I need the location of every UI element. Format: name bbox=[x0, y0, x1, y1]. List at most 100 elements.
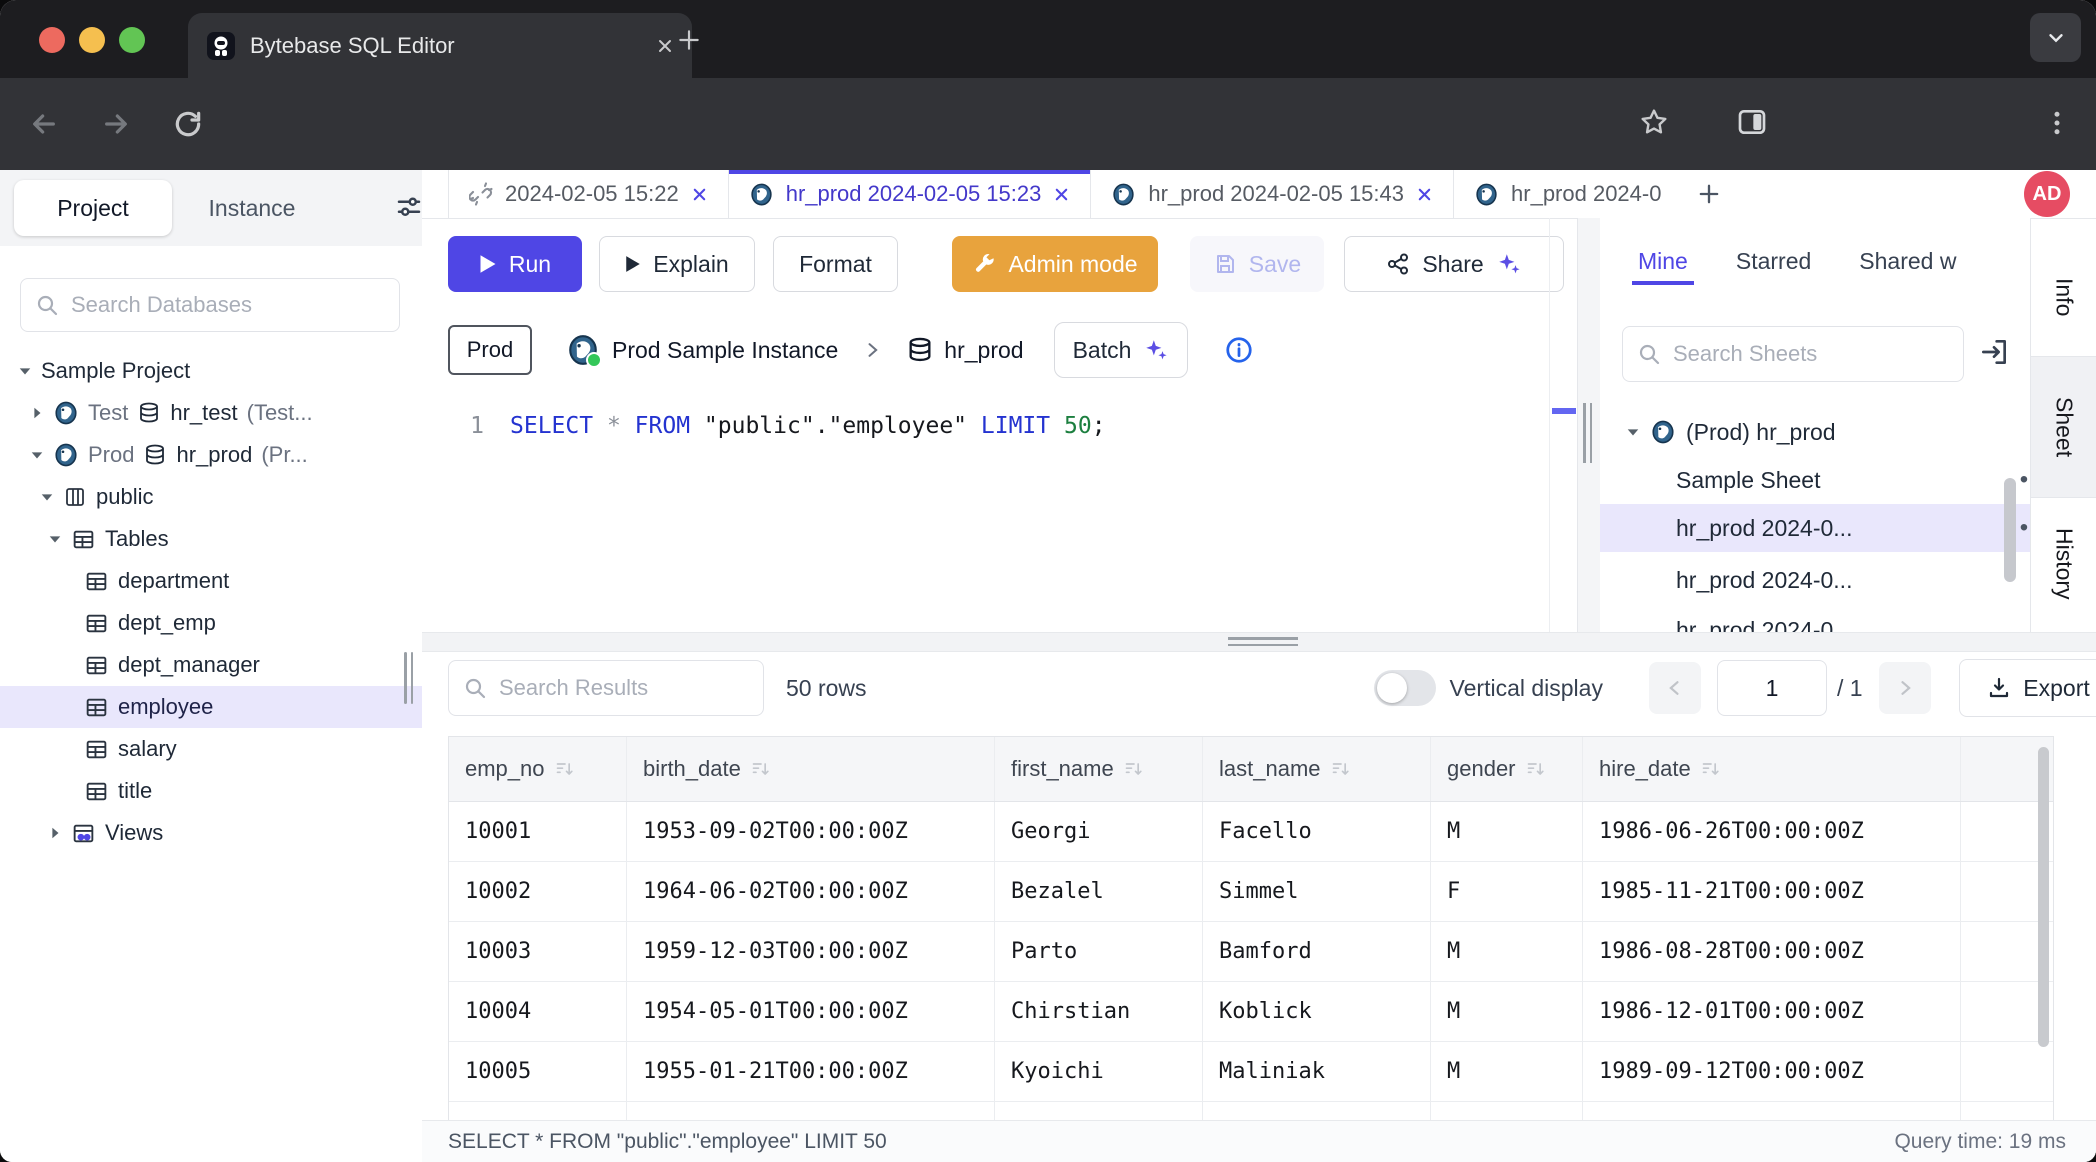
cell-hire-date[interactable]: 1986-06-26T00:00:00Z bbox=[1583, 802, 1961, 861]
tab-project[interactable]: Project bbox=[14, 180, 172, 236]
prev-page-button[interactable] bbox=[1649, 662, 1701, 714]
cell-gender[interactable]: M bbox=[1431, 802, 1583, 861]
cell-gender[interactable]: M bbox=[1431, 982, 1583, 1041]
cell-birth-date[interactable]: 1953-04-20T00:00:00Z bbox=[627, 1102, 995, 1122]
window-close-button[interactable] bbox=[39, 27, 65, 53]
column-header-first-name[interactable]: first_name bbox=[995, 737, 1203, 801]
save-button[interactable]: Save bbox=[1190, 236, 1324, 292]
side-tab-history[interactable]: History bbox=[2031, 496, 2096, 632]
sheet-group-prod-hr-prod[interactable]: (Prod) hr_prod bbox=[1600, 408, 2030, 456]
sheet-item-sample-sheet[interactable]: Sample Sheet ••• bbox=[1600, 456, 2030, 504]
cell-first-name[interactable]: Parto bbox=[995, 922, 1203, 981]
sheet-tab-3[interactable]: hr_prod 2024-02-05 15:43 bbox=[1091, 170, 1454, 218]
cell-emp-no[interactable]: 10005 bbox=[449, 1042, 627, 1101]
caret-down-icon[interactable] bbox=[40, 490, 54, 504]
table-row[interactable]: 10004 1954-05-01T00:00:00Z Chirstian Kob… bbox=[449, 982, 2053, 1042]
cell-first-name[interactable]: Georgi bbox=[995, 802, 1203, 861]
search-sheets-input[interactable]: Search Sheets bbox=[1622, 326, 1964, 382]
bookmark-star-icon[interactable] bbox=[1638, 106, 1670, 138]
cell-first-name[interactable]: Anneke bbox=[995, 1102, 1203, 1122]
table-row[interactable]: 10005 1955-01-21T00:00:00Z Kyoichi Malin… bbox=[449, 1042, 2053, 1102]
cell-gender[interactable]: F bbox=[1431, 862, 1583, 921]
user-avatar[interactable]: AD bbox=[2024, 171, 2070, 217]
batch-button[interactable]: Batch bbox=[1054, 322, 1189, 378]
instance-name[interactable]: Prod Sample Instance bbox=[612, 337, 838, 364]
new-sheet-tab-button[interactable] bbox=[1695, 170, 1723, 218]
table-row[interactable]: 10001 1953-09-02T00:00:00Z Georgi Facell… bbox=[449, 802, 2053, 862]
cell-birth-date[interactable]: 1959-12-03T00:00:00Z bbox=[627, 922, 995, 981]
tree-item-hr-test[interactable]: Test hr_test (Test... bbox=[0, 392, 452, 434]
caret-down-icon[interactable] bbox=[18, 364, 32, 378]
tree-group-tables[interactable]: Tables bbox=[0, 518, 470, 560]
cell-emp-no[interactable]: 10002 bbox=[449, 862, 627, 921]
search-databases-input[interactable]: Search Databases bbox=[20, 278, 400, 332]
cell-last-name[interactable]: Maliniak bbox=[1203, 1042, 1431, 1101]
table-row[interactable]: 10006 1953-04-20T00:00:00Z Anneke Preusi… bbox=[449, 1102, 2053, 1122]
database-name[interactable]: hr_prod bbox=[944, 337, 1023, 364]
column-header-last-name[interactable]: last_name bbox=[1203, 737, 1431, 801]
sheet-tab-1[interactable]: 2024-02-05 15:22 bbox=[448, 170, 729, 218]
close-icon[interactable] bbox=[1053, 186, 1070, 203]
reload-icon[interactable] bbox=[172, 108, 204, 140]
forward-icon[interactable] bbox=[100, 108, 132, 140]
table-scrollbar[interactable] bbox=[2038, 747, 2049, 1047]
vertical-display-toggle[interactable] bbox=[1374, 670, 1436, 706]
window-minimize-button[interactable] bbox=[79, 27, 105, 53]
format-button[interactable]: Format bbox=[773, 236, 898, 292]
cell-hire-date[interactable]: 1986-08-28T00:00:00Z bbox=[1583, 922, 1961, 981]
cell-last-name[interactable]: Simmel bbox=[1203, 862, 1431, 921]
caret-down-icon[interactable] bbox=[30, 448, 44, 462]
tab-starred[interactable]: Starred bbox=[1736, 248, 1811, 275]
tab-mine[interactable]: Mine bbox=[1638, 248, 1688, 275]
caret-right-icon[interactable] bbox=[48, 826, 62, 840]
sheet-item-3[interactable]: hr_prod 2024-0... bbox=[1600, 556, 2030, 604]
tab-instance[interactable]: Instance bbox=[172, 195, 332, 222]
cell-hire-date[interactable]: 1985-11-21T00:00:00Z bbox=[1583, 862, 1961, 921]
caret-down-icon[interactable] bbox=[48, 532, 62, 546]
cell-emp-no[interactable]: 10003 bbox=[449, 922, 627, 981]
sheet-item-selected[interactable]: hr_prod 2024-0... ••• bbox=[1600, 504, 2030, 552]
window-zoom-button[interactable] bbox=[119, 27, 145, 53]
browser-menu-icon[interactable] bbox=[2042, 108, 2072, 138]
side-tab-info[interactable]: Info bbox=[2031, 238, 2096, 356]
export-button[interactable]: Export bbox=[1959, 659, 2096, 717]
horizontal-grip-icon[interactable] bbox=[1228, 637, 1298, 646]
cell-first-name[interactable]: Chirstian bbox=[995, 982, 1203, 1041]
cell-birth-date[interactable]: 1964-06-02T00:00:00Z bbox=[627, 862, 995, 921]
cell-gender[interactable]: M bbox=[1431, 1042, 1583, 1101]
close-icon[interactable] bbox=[1416, 186, 1433, 203]
run-button[interactable]: Run bbox=[448, 236, 582, 292]
tab-close-icon[interactable] bbox=[656, 37, 674, 55]
sheet-menu-icon[interactable]: ••• bbox=[2020, 514, 2030, 542]
panel-resize-divider[interactable] bbox=[1577, 218, 1602, 632]
tab-shared[interactable]: Shared w bbox=[1859, 248, 1956, 275]
search-results-input[interactable]: Search Results bbox=[448, 660, 764, 716]
cell-last-name[interactable]: Preusig bbox=[1203, 1102, 1431, 1122]
cell-last-name[interactable]: Koblick bbox=[1203, 982, 1431, 1041]
side-panel-icon[interactable] bbox=[1736, 106, 1768, 138]
cell-hire-date[interactable]: 1989-06-02T00:00:00Z bbox=[1583, 1102, 1961, 1122]
side-tab-sheet[interactable]: Sheet bbox=[2031, 356, 2096, 498]
vertical-grip-icon[interactable] bbox=[1583, 403, 1592, 463]
caret-down-icon[interactable] bbox=[1626, 425, 1640, 439]
explain-button[interactable]: Explain bbox=[599, 236, 755, 292]
next-page-button[interactable] bbox=[1879, 662, 1931, 714]
table-row[interactable]: 10002 1964-06-02T00:00:00Z Bezalel Simme… bbox=[449, 862, 2053, 922]
cell-hire-date[interactable]: 1986-12-01T00:00:00Z bbox=[1583, 982, 1961, 1041]
table-row[interactable]: 10003 1959-12-03T00:00:00Z Parto Bamford… bbox=[449, 922, 2053, 982]
cell-birth-date[interactable]: 1955-01-21T00:00:00Z bbox=[627, 1042, 995, 1101]
tab-search-button[interactable] bbox=[2030, 13, 2081, 62]
info-icon[interactable] bbox=[1224, 335, 1254, 365]
column-header-gender[interactable]: gender bbox=[1431, 737, 1583, 801]
sql-editor-line[interactable]: 1 SELECT * FROM "public"."employee" LIMI… bbox=[422, 406, 1549, 446]
cell-first-name[interactable]: Bezalel bbox=[995, 862, 1203, 921]
sheet-tab-2-active[interactable]: hr_prod 2024-02-05 15:23 bbox=[729, 170, 1092, 218]
share-button[interactable]: Share bbox=[1344, 236, 1564, 292]
close-icon[interactable] bbox=[691, 186, 708, 203]
cell-emp-no[interactable]: 10001 bbox=[449, 802, 627, 861]
new-tab-button[interactable] bbox=[676, 27, 702, 53]
tree-item-hr-prod[interactable]: Prod hr_prod (Pr... bbox=[0, 434, 452, 476]
import-sheet-icon[interactable] bbox=[1978, 336, 2010, 368]
back-icon[interactable] bbox=[28, 108, 60, 140]
filter-settings-icon[interactable] bbox=[394, 193, 424, 223]
